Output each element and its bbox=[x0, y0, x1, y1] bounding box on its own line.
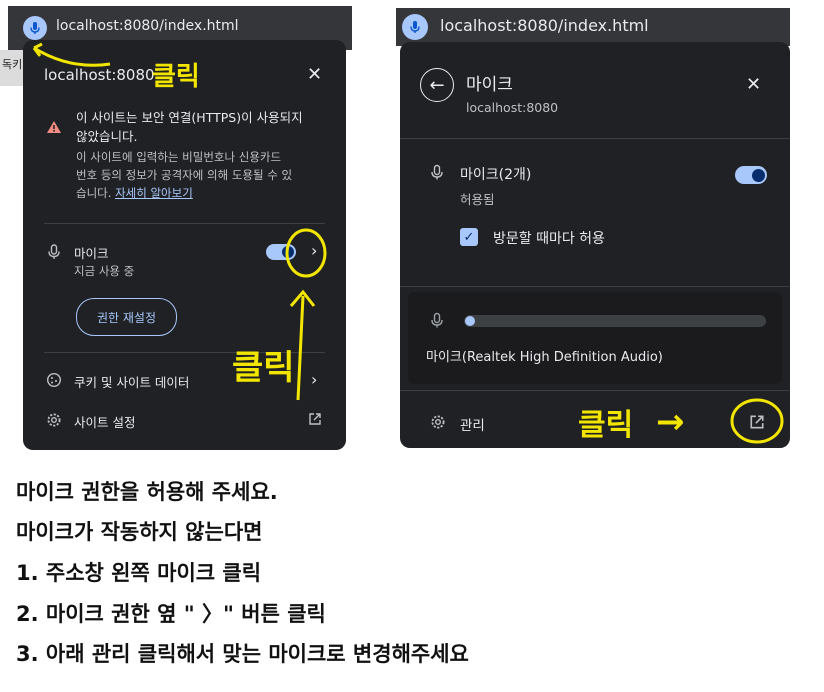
annotation-click-label: 클릭 bbox=[152, 62, 200, 92]
annotation-click-label: 클릭 bbox=[232, 348, 295, 388]
annotation-circle bbox=[285, 228, 327, 278]
annotation-arrow-label: → bbox=[656, 402, 685, 442]
instruction-line: 마이크가 작동하지 않는다면 bbox=[16, 520, 263, 544]
instruction-line: 1. 주소창 왼쪽 마이크 클릭 bbox=[16, 561, 262, 585]
annotation-arrow bbox=[33, 46, 111, 67]
annotation-layer bbox=[32, 42, 784, 444]
instruction-line: 2. 마이크 권한 옆 " 〉" 버튼 클릭 bbox=[16, 602, 326, 626]
annotation-arrow bbox=[296, 295, 305, 401]
annotation-click-label: 클릭 bbox=[578, 408, 634, 443]
annotation-circle bbox=[730, 398, 784, 444]
instruction-line: 3. 아래 관리 클릭해서 맞는 마이크로 변경해주세요 bbox=[16, 642, 469, 666]
instruction-line: 마이크 권한을 허용해 주세요. bbox=[16, 480, 278, 504]
